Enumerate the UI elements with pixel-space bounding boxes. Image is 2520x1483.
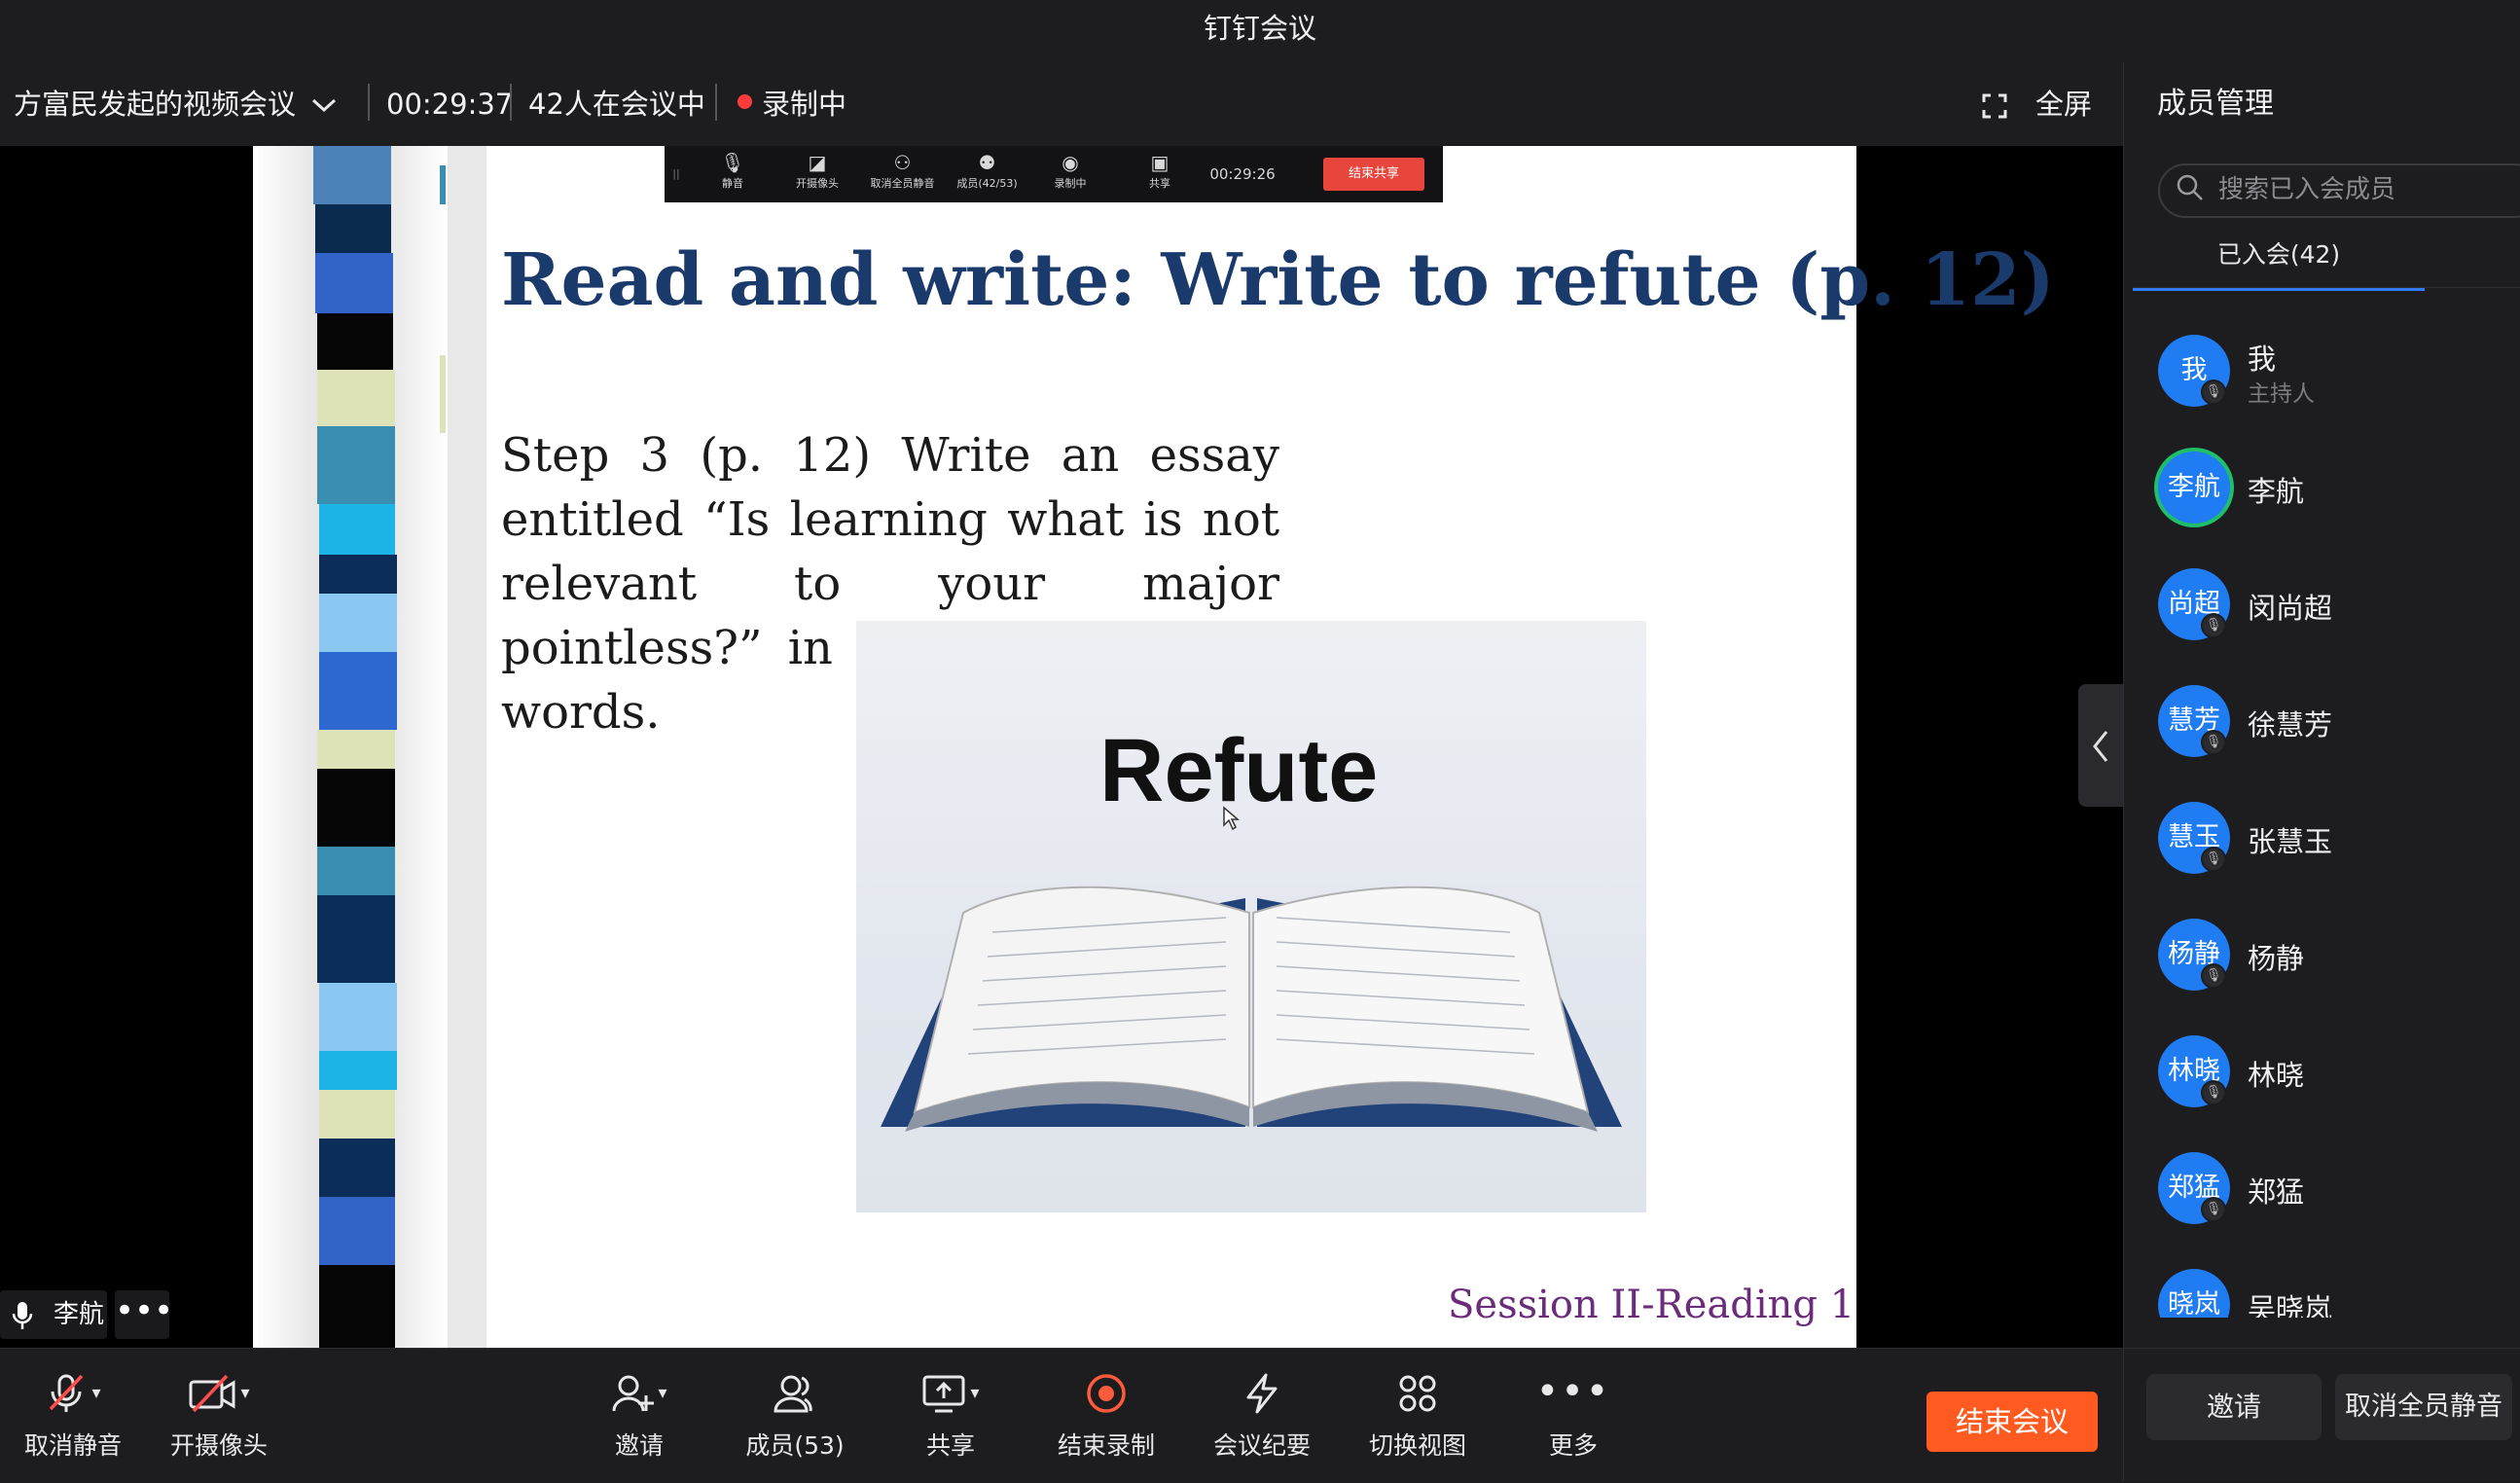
- mini-end-share-button[interactable]: 结束共享: [1323, 158, 1424, 191]
- member-name: 张慧玉: [2248, 825, 2333, 858]
- microphone-muted-icon: 🎙: [2201, 730, 2226, 755]
- mouse-cursor-icon: [1222, 806, 1241, 837]
- chevron-left-icon: [2093, 731, 2108, 762]
- microphone-muted-icon: 🎙: [2201, 1197, 2226, 1222]
- mini-share-button[interactable]: ▣ 共享: [1129, 146, 1191, 202]
- end-meeting-button[interactable]: 结束会议: [1926, 1392, 2098, 1452]
- microphone-muted-icon: 🎙: [2201, 613, 2226, 638]
- more-options-icon[interactable]: •••: [115, 1290, 173, 1339]
- member-role: 主持人: [2248, 381, 2315, 407]
- share-screen-icon: ▣: [1150, 151, 1170, 174]
- member-name: 郑猛: [2248, 1176, 2305, 1209]
- drag-handle-icon[interactable]: ||: [669, 146, 683, 202]
- member-name: 杨静: [2248, 942, 2305, 975]
- search-icon: [2176, 173, 2205, 209]
- mini-mute-button[interactable]: 🎙 静音: [699, 146, 767, 202]
- unmute-all-button[interactable]: 取消全员静音: [2335, 1374, 2512, 1440]
- member-name: 林晓: [2248, 1059, 2305, 1092]
- unmute-button[interactable]: ▾ 取消静音: [0, 1362, 146, 1469]
- mini-mute-all-button[interactable]: ⚇ 取消全员静音: [856, 146, 949, 202]
- participants-status[interactable]: 42人在会议中: [528, 62, 705, 146]
- mini-camera-button[interactable]: ◪ 开摄像头: [778, 146, 856, 202]
- record-icon: ◉: [1062, 151, 1079, 174]
- avatar: 李航: [2158, 452, 2230, 524]
- add-user-icon: ▾: [566, 1362, 712, 1421]
- lightning-icon: [1189, 1362, 1335, 1421]
- users-mute-icon: ⚇: [893, 151, 912, 174]
- divider: [510, 84, 512, 121]
- invite-button[interactable]: 邀请: [2146, 1374, 2322, 1440]
- divider: [2123, 1348, 2520, 1349]
- chevron-down-icon[interactable]: [309, 62, 339, 146]
- microphone-icon: [10, 1300, 35, 1335]
- share-button[interactable]: ▾ 共享: [878, 1362, 1024, 1469]
- camera-off-icon: ▾: [146, 1362, 292, 1421]
- microphone-icon: 🎙: [720, 151, 745, 174]
- end-recording-button[interactable]: 结束录制: [1033, 1362, 1179, 1469]
- camera-button[interactable]: ▾ 开摄像头: [146, 1362, 292, 1469]
- member-name: 我: [2248, 343, 2277, 376]
- search-placeholder: 搜索已入会成员: [2218, 175, 2396, 204]
- camera-off-icon: ◪: [808, 151, 827, 174]
- app-title: 钉钉会议: [1203, 12, 1316, 45]
- mini-record-button[interactable]: ◉ 录制中: [1039, 146, 1101, 202]
- collapse-panel-button[interactable]: [2078, 684, 2123, 807]
- slide-title: Read and write: Write to refute (p. 12): [501, 238, 2055, 322]
- slide-footer: Session II-Reading 1: [1448, 1283, 1855, 1327]
- member-name: 吴晓岚: [2248, 1292, 2333, 1318]
- more-button[interactable]: ••• 更多: [1500, 1362, 1646, 1469]
- open-book-icon: [881, 886, 1622, 1132]
- mini-members-button[interactable]: ⚉ 成员(42/53): [946, 146, 1028, 202]
- members-button[interactable]: 成员(53): [722, 1362, 868, 1469]
- switch-view-button[interactable]: 切换视图: [1345, 1362, 1491, 1469]
- list-item[interactable]: 晓岚 吴晓岚: [2123, 1248, 2520, 1318]
- member-name: 闵尚超: [2248, 592, 2333, 625]
- share-screen-icon: ▾: [878, 1362, 1024, 1421]
- meeting-name[interactable]: 方富民发起的视频会议: [14, 62, 296, 146]
- fullscreen-button[interactable]: 全屏: [2035, 62, 2092, 146]
- tab-joined[interactable]: 已入会(42): [2133, 234, 2425, 291]
- users-icon: ⚉: [978, 151, 996, 174]
- panel-title: 成员管理: [2157, 87, 2274, 121]
- record-stop-icon: [1033, 1362, 1179, 1421]
- member-name: 徐慧芳: [2248, 708, 2333, 742]
- invite-button[interactable]: ▾ 邀请: [566, 1362, 712, 1469]
- microphone-muted-icon: 🎙: [2201, 380, 2226, 405]
- grid-view-icon: [1345, 1362, 1491, 1421]
- minutes-button[interactable]: 会议纪要: [1189, 1362, 1335, 1469]
- divider: [368, 84, 370, 121]
- fullscreen-icon[interactable]: [1981, 62, 2008, 146]
- microphone-muted-icon: 🎙: [2201, 963, 2226, 989]
- avatar: 晓岚: [2158, 1269, 2230, 1318]
- users-icon: [722, 1362, 868, 1421]
- microphone-muted-icon: 🎙: [2201, 847, 2226, 872]
- recording-status: 录制中: [762, 88, 847, 121]
- microphone-muted-icon: ▾: [0, 1362, 146, 1421]
- member-name: 李航: [2248, 475, 2305, 508]
- recording-dot-icon: [738, 94, 752, 109]
- mini-timer: 00:29:26: [1209, 165, 1276, 183]
- divider: [2133, 287, 2520, 288]
- divider: [715, 84, 717, 121]
- microphone-muted-icon: 🎙: [2201, 1080, 2226, 1105]
- meeting-duration: 00:29:37: [386, 88, 514, 121]
- more-icon: •••: [1535, 1369, 1611, 1414]
- refute-book-image: [856, 621, 1646, 1212]
- speaker-name: 李航: [54, 1300, 105, 1329]
